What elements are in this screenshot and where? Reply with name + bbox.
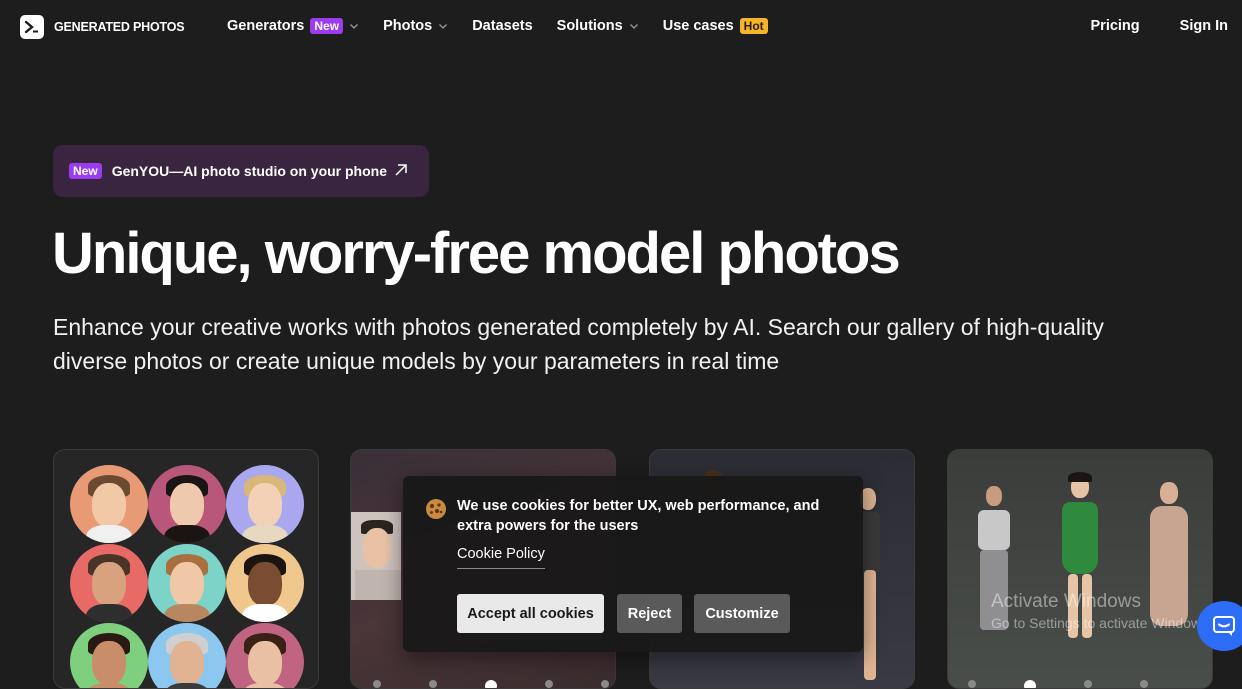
carousel-dot[interactable] xyxy=(429,680,437,688)
logo-icon xyxy=(20,15,44,39)
carousel-dots xyxy=(968,680,1148,688)
hot-badge: Hot xyxy=(739,18,768,34)
cookie-policy-link[interactable]: Cookie Policy xyxy=(457,546,545,569)
chat-button[interactable] xyxy=(1197,601,1242,651)
new-badge: New xyxy=(69,163,102,179)
new-badge: New xyxy=(310,18,344,34)
watermark-subtitle: Go to Settings to activate Windows. xyxy=(991,615,1212,631)
customize-cookies-button[interactable]: Customize xyxy=(694,594,790,633)
menu-item-label: Photos xyxy=(383,18,433,34)
menu-item-label: Solutions xyxy=(556,18,623,34)
carousel-dot[interactable] xyxy=(1024,680,1036,688)
sign-in-link[interactable]: Sign In xyxy=(1180,18,1228,34)
menu-item-datasets[interactable]: Datasets xyxy=(472,18,532,34)
carousel-dots xyxy=(373,680,609,688)
nav-right: Pricing Sign In xyxy=(1091,18,1229,34)
promo-banner[interactable]: New GenYOU—AI photo studio on your phone xyxy=(53,145,429,197)
promo-text: GenYOU—AI photo studio on your phone xyxy=(111,163,387,179)
menu-item-use-cases[interactable]: Use cases Hot xyxy=(663,18,768,34)
carousel-dot[interactable] xyxy=(545,680,553,688)
face-avatar xyxy=(148,465,226,543)
face-avatar xyxy=(226,544,304,622)
card-faces[interactable] xyxy=(53,449,319,689)
cookie-icon xyxy=(426,499,446,519)
carousel-dot[interactable] xyxy=(968,680,976,688)
page-subtitle: Enhance your creative works with photos … xyxy=(53,314,1104,374)
carousel-dot[interactable] xyxy=(601,680,609,688)
carousel-dot[interactable] xyxy=(485,680,497,688)
face-avatar xyxy=(226,465,304,543)
card-body-types[interactable] xyxy=(947,449,1213,689)
accept-cookies-button[interactable]: Accept all cookies xyxy=(457,594,604,633)
watermark-title: Activate Windows xyxy=(991,591,1141,612)
menu-item-generators[interactable]: Generators New xyxy=(227,18,359,34)
model-figure xyxy=(864,570,876,680)
menu-item-solutions[interactable]: Solutions xyxy=(557,18,639,34)
chevron-down-icon xyxy=(629,24,638,29)
menu-item-label: Generators xyxy=(227,18,305,34)
windows-activation-watermark: Activate Windows Go to Settings to activ… xyxy=(991,590,1212,632)
top-nav: GENERATED PHOTOS Generators New Photos D… xyxy=(0,0,1242,54)
carousel-dot[interactable] xyxy=(1140,680,1148,688)
chat-icon xyxy=(1213,616,1235,636)
reject-cookies-button[interactable]: Reject xyxy=(617,594,682,633)
chevron-down-icon xyxy=(439,24,448,29)
model-figure xyxy=(1068,472,1092,482)
pricing-link[interactable]: Pricing xyxy=(1091,18,1140,34)
model-figure xyxy=(1160,482,1178,504)
menu-item-label: Datasets xyxy=(472,18,533,34)
cookie-message: We use cookies for better UX, web perfor… xyxy=(457,498,820,534)
face-avatar xyxy=(70,544,148,622)
menu-item-photos[interactable]: Photos xyxy=(383,18,448,34)
logo-text: GENERATED PHOTOS xyxy=(54,20,185,34)
carousel-dot[interactable] xyxy=(1084,680,1092,688)
model-figure xyxy=(978,510,1010,550)
menu-item-label: Use cases xyxy=(662,18,734,34)
face-avatar xyxy=(148,544,226,622)
face-avatar xyxy=(148,623,226,688)
model-figure xyxy=(862,512,880,572)
main-menu: Generators New Photos Datasets Solutions… xyxy=(227,18,792,34)
model-figure xyxy=(986,486,1002,506)
face-avatar xyxy=(70,465,148,543)
carousel-dot[interactable] xyxy=(373,680,381,688)
portrait-image xyxy=(351,512,401,600)
face-avatar xyxy=(70,623,148,688)
cookie-banner: We use cookies for better UX, web perfor… xyxy=(403,476,863,652)
model-figure xyxy=(1062,502,1098,574)
logo[interactable]: GENERATED PHOTOS xyxy=(20,15,185,39)
chevron-down-icon xyxy=(350,24,359,29)
external-arrow-icon xyxy=(395,164,407,176)
page-title: Unique, worry-free model photos xyxy=(52,221,901,286)
face-avatar xyxy=(226,623,304,688)
